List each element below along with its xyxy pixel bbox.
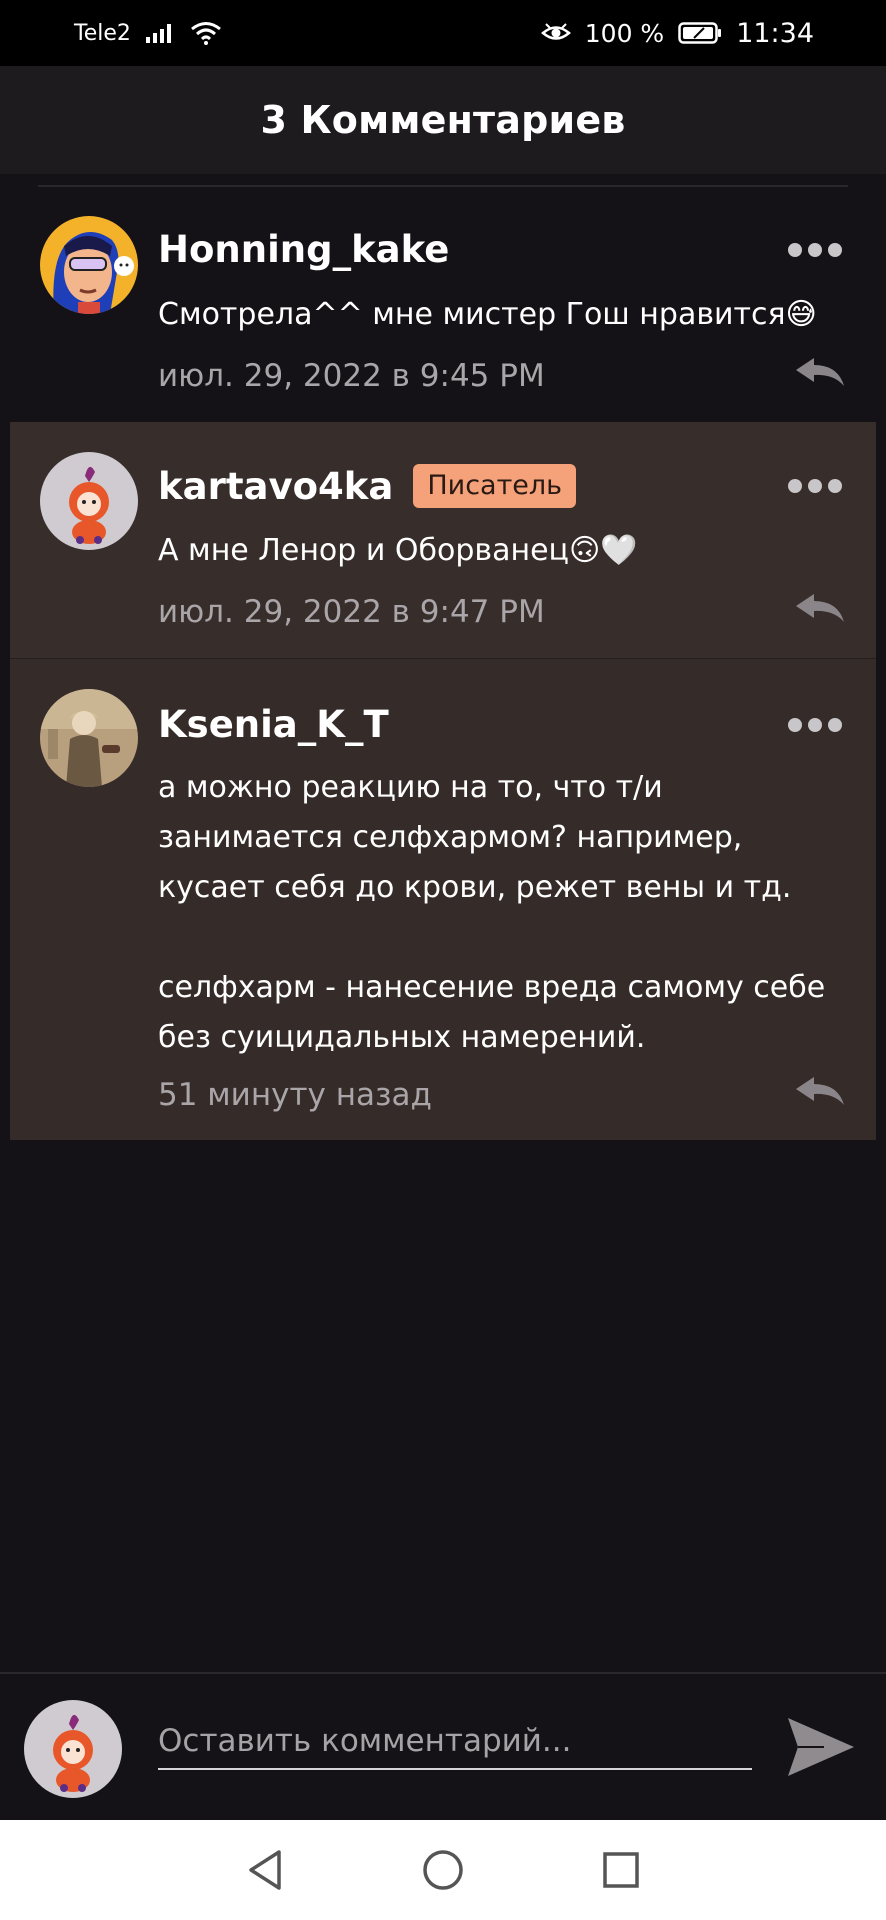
system-nav-bar [0, 1820, 886, 1920]
wifi-icon [190, 22, 221, 45]
username-row: Honning_kake [158, 228, 449, 271]
battery-percent: 100 % [584, 18, 665, 48]
status-left: Tele2 [74, 20, 223, 46]
comment-compose-bar [0, 1672, 886, 1820]
send-icon[interactable] [784, 1714, 858, 1780]
signal-icon [145, 24, 171, 43]
reply-icon[interactable] [792, 590, 848, 630]
username[interactable]: Ksenia_K_T [158, 703, 389, 746]
nav-recents-icon[interactable] [597, 1846, 645, 1894]
comment-text: Смотрела^^ мне мистер Гош нравится😅 [158, 297, 817, 332]
username[interactable]: Honning_kake [158, 228, 449, 271]
comments-header: 3 Комментариев [0, 66, 886, 174]
comment-timestamp: июл. 29, 2022 в 9:47 PM [158, 594, 545, 630]
comment-text: а можно реакцию на то, что т/и занимаетс… [158, 770, 826, 1055]
comment-item[interactable]: Ksenia_K_T а можно реакцию на то, что т/… [10, 658, 876, 1140]
username[interactable]: kartavo4ka [158, 465, 393, 508]
comment-timestamp: июл. 29, 2022 в 9:45 PM [158, 358, 545, 394]
role-badge: Писатель [413, 464, 577, 508]
page-title: 3 Комментариев [260, 98, 626, 142]
eye-icon [540, 23, 571, 40]
status-right: 100 % 11:34 [540, 17, 814, 49]
avatar[interactable] [40, 452, 138, 550]
comment-input[interactable] [158, 1704, 752, 1770]
username-row: Ksenia_K_T [158, 703, 389, 746]
avatar[interactable] [40, 216, 138, 314]
more-icon[interactable] [788, 718, 842, 732]
carrier-label: Tele2 [74, 20, 131, 46]
avatar [24, 1700, 122, 1798]
reply-icon[interactable] [792, 354, 848, 394]
comment-item[interactable]: Honning_kake Смотрела^^ мне мистер Гош н… [10, 190, 876, 422]
divider [38, 185, 848, 187]
battery-icon [678, 22, 722, 44]
status-bar: Tele2 100 % 11:34 [0, 0, 886, 66]
reply-icon[interactable] [792, 1073, 848, 1113]
clock: 11:34 [736, 17, 814, 49]
comment-text: А мне Ленор и Оборванец🙃🤍 [158, 533, 638, 568]
nav-back-icon[interactable] [241, 1846, 289, 1894]
comment-item[interactable]: kartavo4ka Писатель А мне Ленор и Оборва… [10, 422, 876, 658]
avatar[interactable] [40, 689, 138, 787]
comment-timestamp: 51 минуту назад [158, 1077, 432, 1113]
more-icon[interactable] [788, 243, 842, 257]
nav-home-icon[interactable] [419, 1846, 467, 1894]
more-icon[interactable] [788, 479, 842, 493]
username-row: kartavo4ka Писатель [158, 464, 577, 508]
